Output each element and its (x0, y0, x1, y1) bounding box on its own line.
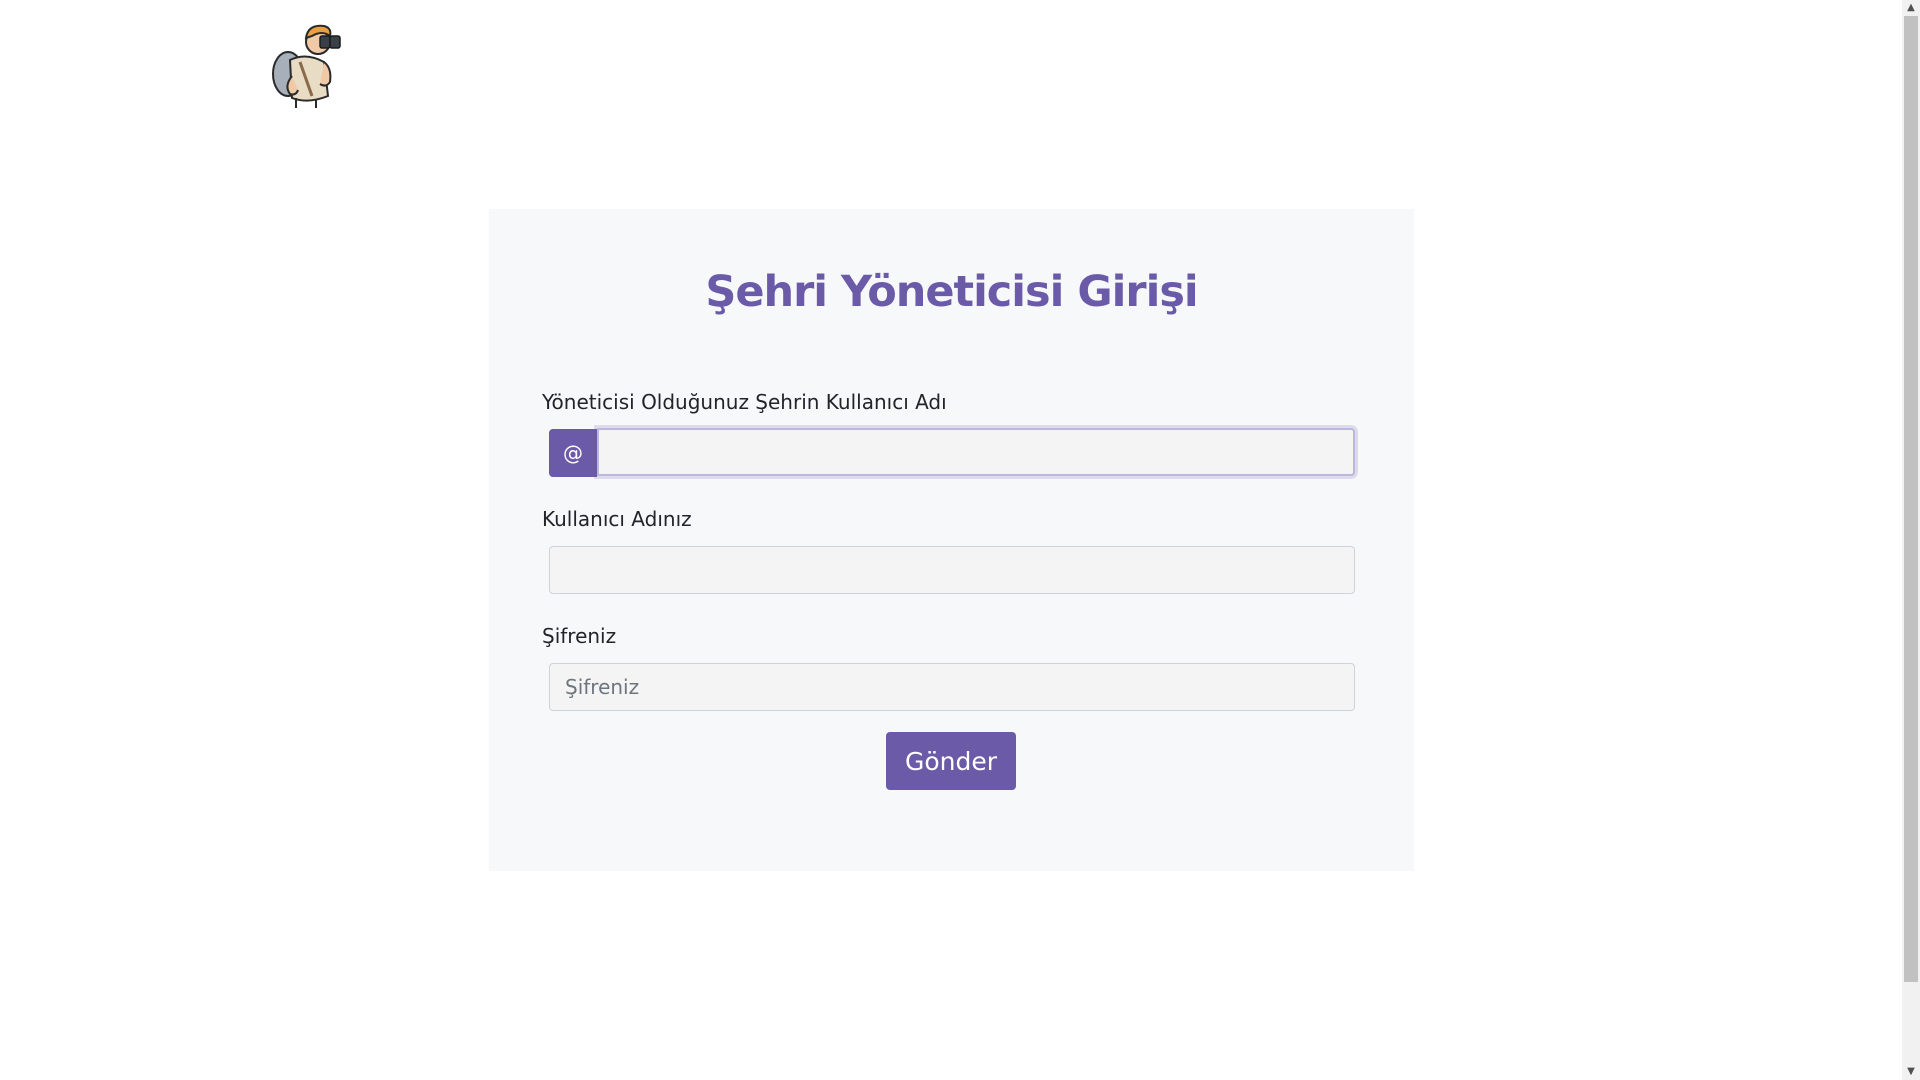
password-group (549, 663, 1355, 711)
explorer-with-binoculars-icon[interactable] (266, 16, 348, 110)
password-input[interactable] (549, 663, 1355, 711)
page-title: Şehri Yöneticisi Girişi (705, 267, 1198, 317)
scrollbar-thumb[interactable] (1904, 16, 1918, 982)
username-input[interactable] (549, 546, 1355, 594)
at-sign-addon: @ (549, 429, 597, 477)
username-label: Kullanıcı Adınız (542, 507, 692, 531)
page: Şehri Yöneticisi Girişi Yöneticisi Olduğ… (0, 0, 1920, 1080)
username-group (549, 546, 1355, 594)
city-username-input[interactable] (597, 428, 1355, 476)
city-username-label: Yöneticisi Olduğunuz Şehrin Kullanıcı Ad… (542, 390, 947, 414)
submit-button[interactable]: Gönder (886, 732, 1016, 790)
scroll-down-icon[interactable]: ▼ (1902, 1064, 1920, 1080)
password-label: Şifreniz (542, 624, 617, 648)
login-card: Şehri Yöneticisi Girişi Yöneticisi Olduğ… (489, 209, 1414, 871)
vertical-scrollbar[interactable]: ▲ ▼ (1902, 0, 1920, 1080)
scroll-up-icon[interactable]: ▲ (1902, 0, 1920, 16)
city-username-group: @ (549, 428, 1355, 477)
